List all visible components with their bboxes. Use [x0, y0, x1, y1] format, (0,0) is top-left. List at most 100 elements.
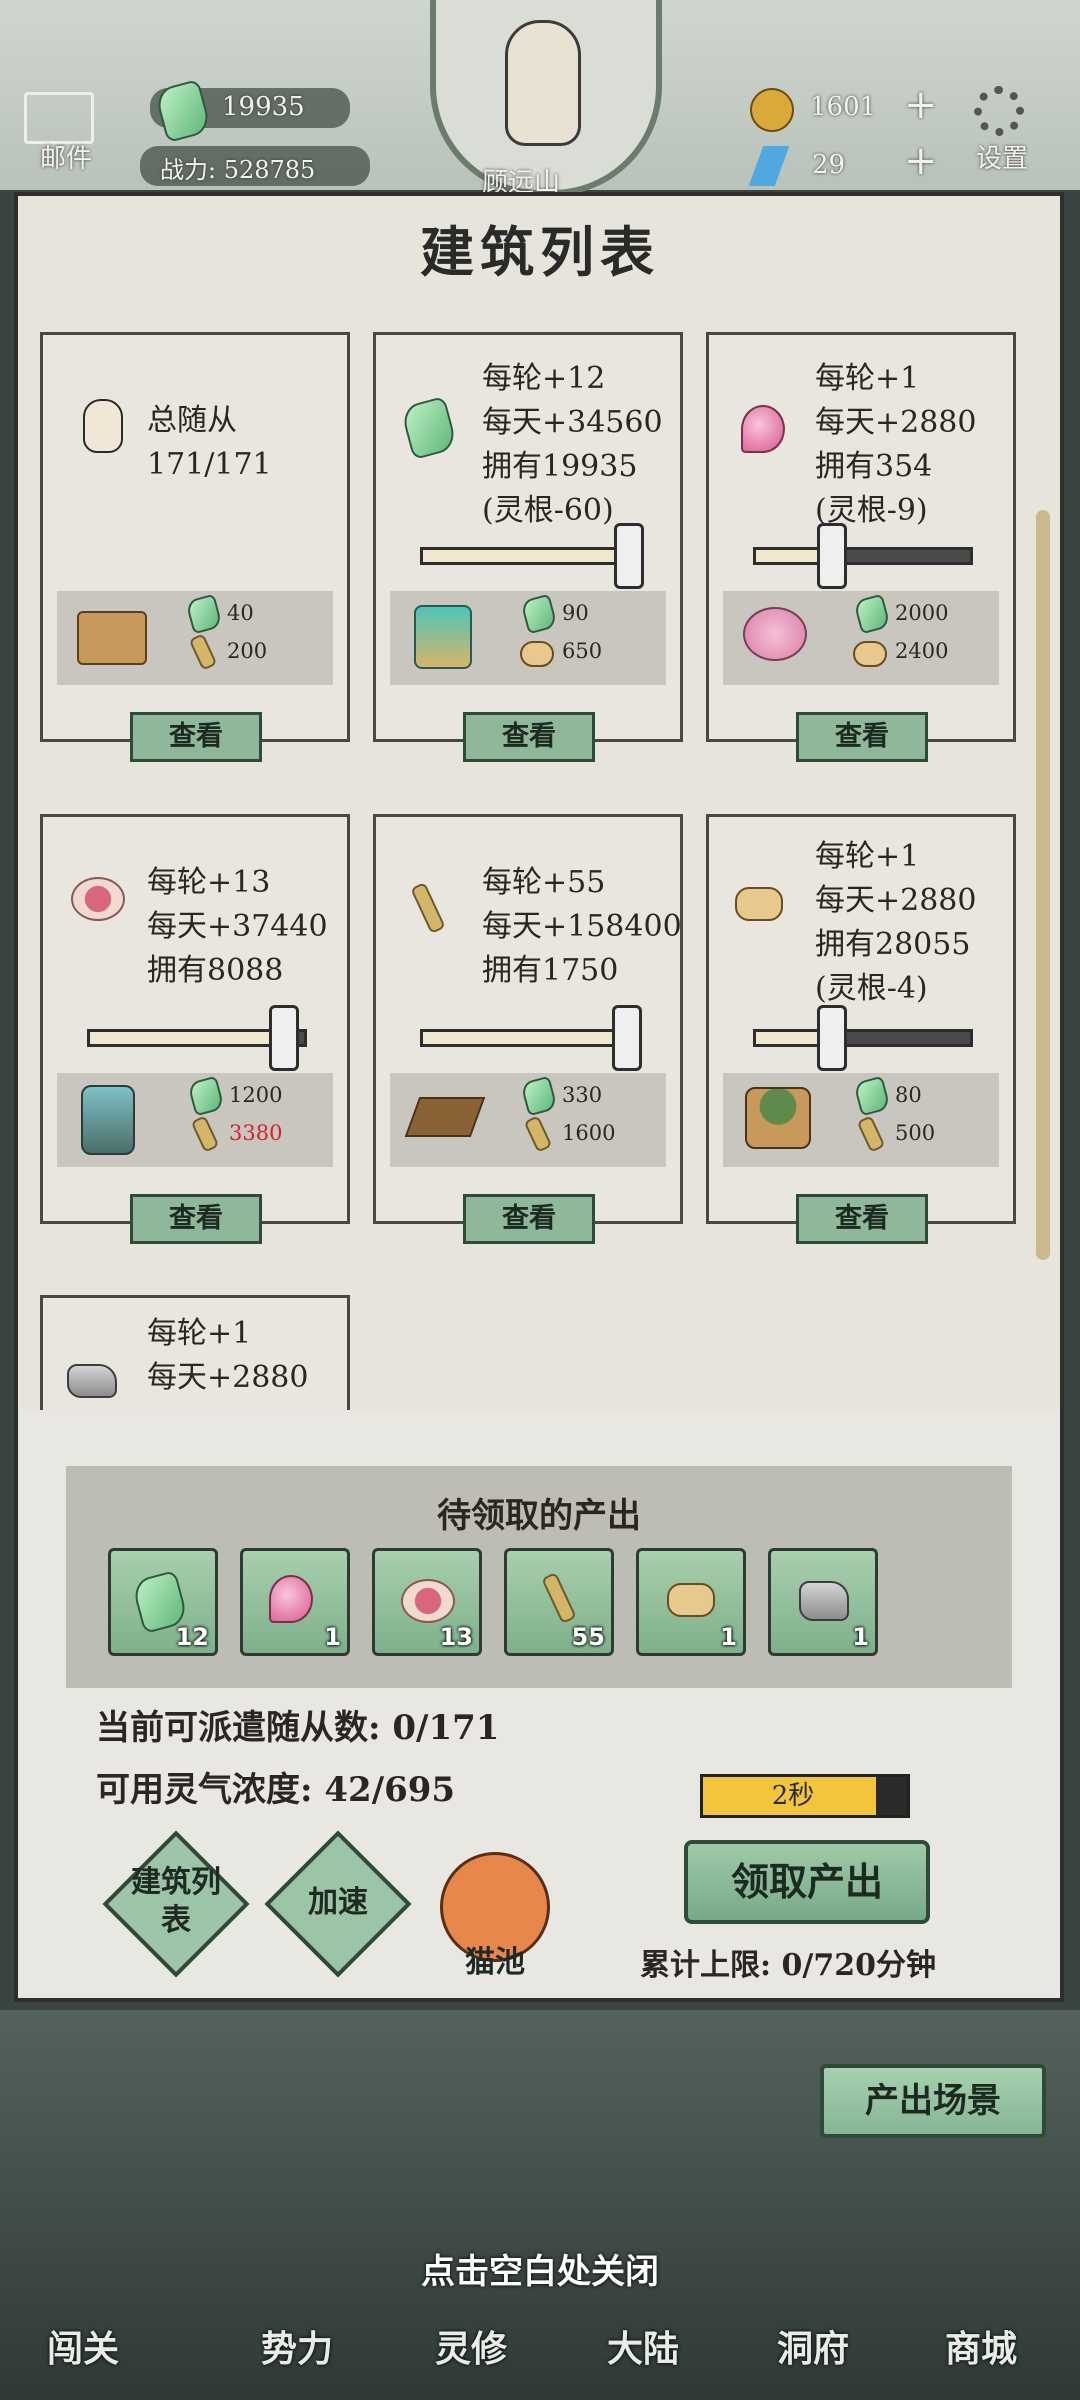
gear-icon[interactable]	[974, 86, 1024, 136]
dispatchable-followers: 当前可派遣随从数: 0/171	[96, 1708, 500, 1748]
pending-slot[interactable]: 12	[108, 1548, 218, 1656]
combat-power: 战力: 528785	[160, 156, 316, 184]
wood-icon	[735, 887, 783, 921]
card-line: 每天+37440	[147, 909, 328, 944]
allocation-slider-knob[interactable]	[269, 1005, 299, 1071]
mail-icon[interactable]	[24, 92, 94, 144]
jade-icon	[853, 1075, 891, 1117]
pending-slot[interactable]: 1	[240, 1548, 350, 1656]
wheat-icon	[856, 1115, 886, 1153]
nav-item-cultivation[interactable]: 灵修	[396, 2320, 546, 2372]
wheat-icon	[541, 1571, 577, 1625]
view-button[interactable]: 查看	[130, 1194, 262, 1244]
stone-icon	[799, 1581, 849, 1621]
cost-wheat: 1600	[562, 1121, 616, 1145]
pending-slot[interactable]: 1	[636, 1548, 746, 1656]
allocation-slider-track[interactable]	[753, 547, 973, 565]
building-card-jade: 每轮+12 每天+34560 拥有19935 (灵根-60) 90 650 查看	[373, 332, 683, 762]
building-card-followers: 总随从 171/171 40 200 查看	[40, 332, 350, 762]
card-line: 拥有354	[815, 449, 933, 484]
cost-wood: 2400	[895, 639, 949, 663]
pending-count: 12	[175, 1623, 209, 1651]
spirit-concentration: 可用灵气浓度: 42/695	[96, 1770, 456, 1810]
view-button[interactable]: 查看	[463, 1194, 595, 1244]
energy-count: 29	[812, 150, 846, 180]
farm-field-icon	[404, 1097, 486, 1137]
cost-wheat-insufficient: 3380	[229, 1121, 283, 1145]
claim-output-button[interactable]: 领取产出	[684, 1840, 930, 1924]
card-line: (灵根-60)	[482, 493, 614, 528]
cost-box: 1200 3380	[57, 1073, 333, 1167]
panel-title: 建筑列表	[420, 220, 660, 284]
output-scene-button[interactable]: 产出场景	[820, 2064, 1046, 2138]
card-line: (灵根-4)	[815, 971, 928, 1006]
cost-box: 40 200	[57, 591, 333, 685]
building-card-wheat: 每轮+55 每天+158400 拥有1750 330 1600 查看	[373, 814, 683, 1244]
card-line: 拥有8088	[147, 953, 284, 988]
allocation-slider-track[interactable]	[420, 547, 640, 565]
view-button[interactable]: 查看	[796, 712, 928, 762]
jade-icon	[187, 1075, 225, 1117]
pending-title: 待领取的产出	[437, 1496, 641, 1536]
pending-count: 1	[852, 1623, 869, 1651]
pill-icon	[401, 1579, 455, 1623]
peach-icon	[269, 1575, 313, 1623]
allocation-slider-knob[interactable]	[817, 1005, 847, 1071]
jade-icon	[853, 593, 891, 635]
cost-box: 2000 2400	[723, 591, 999, 685]
card-line: 每天+158400	[482, 909, 682, 944]
nav-item-shop[interactable]: 商城	[906, 2320, 1056, 2372]
nav-item-cave[interactable]: 洞府	[738, 2320, 888, 2372]
allocation-slider-track[interactable]	[753, 1029, 973, 1047]
cat-pool-label[interactable]: 猫池	[440, 1944, 550, 1982]
timer-progress-bar: 2秒	[700, 1774, 910, 1818]
view-button[interactable]: 查看	[796, 1194, 928, 1244]
pending-slot[interactable]: 1	[768, 1548, 878, 1656]
wood-icon	[520, 641, 554, 667]
building-card-wood: 每轮+1 每天+2880 拥有28055 (灵根-4) 80 500 查看	[706, 814, 1016, 1244]
player-avatar[interactable]	[505, 20, 581, 146]
building-card-peach: 每轮+1 每天+2880 拥有354 (灵根-9) 2000 2400 查看	[706, 332, 1016, 762]
allocation-slider-knob[interactable]	[612, 1005, 642, 1071]
add-energy-button[interactable]: +	[904, 138, 938, 184]
cost-box: 90 650	[390, 591, 666, 685]
pending-count: 1	[720, 1623, 737, 1651]
wood-icon	[667, 1583, 715, 1617]
nav-item-continent[interactable]: 大陆	[568, 2320, 718, 2372]
scrollbar[interactable]	[1036, 510, 1050, 1260]
card-line: 每轮+1	[815, 839, 920, 874]
card-line: 每轮+55	[482, 865, 606, 900]
mail-label[interactable]: 邮件	[40, 138, 92, 175]
cost-box: 80 500	[723, 1073, 999, 1167]
speed-up-label[interactable]: 加速	[286, 1884, 390, 1922]
peach-icon	[741, 405, 785, 453]
add-coin-button[interactable]: +	[904, 82, 938, 128]
pending-output-box: 待领取的产出 12 1 13 55 1 1	[66, 1466, 1012, 1688]
nav-item-faction[interactable]: 势力	[222, 2320, 372, 2372]
jade-icon	[185, 593, 223, 635]
timer-text: 2秒	[771, 1781, 815, 1811]
spring-building-icon	[414, 605, 472, 669]
cost-wood: 200	[227, 639, 268, 663]
pending-slot[interactable]: 13	[372, 1548, 482, 1656]
nav-item-stages[interactable]: 闯关	[8, 2320, 158, 2372]
pending-slot[interactable]: 55	[504, 1548, 614, 1656]
view-button[interactable]: 查看	[130, 712, 262, 762]
close-hint[interactable]: 点击空白处关闭	[0, 2244, 1080, 2293]
allocation-slider-knob[interactable]	[817, 523, 847, 589]
cost-jade: 90	[562, 601, 589, 625]
card-line: 每天+2880	[815, 405, 977, 440]
view-button[interactable]: 查看	[463, 712, 595, 762]
forest-icon	[745, 1087, 811, 1149]
coin-icon	[750, 88, 794, 132]
cost-jade: 330	[562, 1083, 603, 1107]
allocation-slider-knob[interactable]	[614, 523, 644, 589]
settings-label[interactable]: 设置	[976, 138, 1028, 175]
card-line: 拥有19935	[482, 449, 638, 484]
coin-count: 1601	[810, 92, 877, 122]
cost-jade: 2000	[895, 601, 949, 625]
card-line: 每轮+13	[147, 865, 271, 900]
allocation-slider-track[interactable]	[420, 1029, 640, 1047]
jade-count: 19935	[222, 92, 305, 122]
building-list-label[interactable]: 建筑列表	[124, 1864, 228, 1940]
